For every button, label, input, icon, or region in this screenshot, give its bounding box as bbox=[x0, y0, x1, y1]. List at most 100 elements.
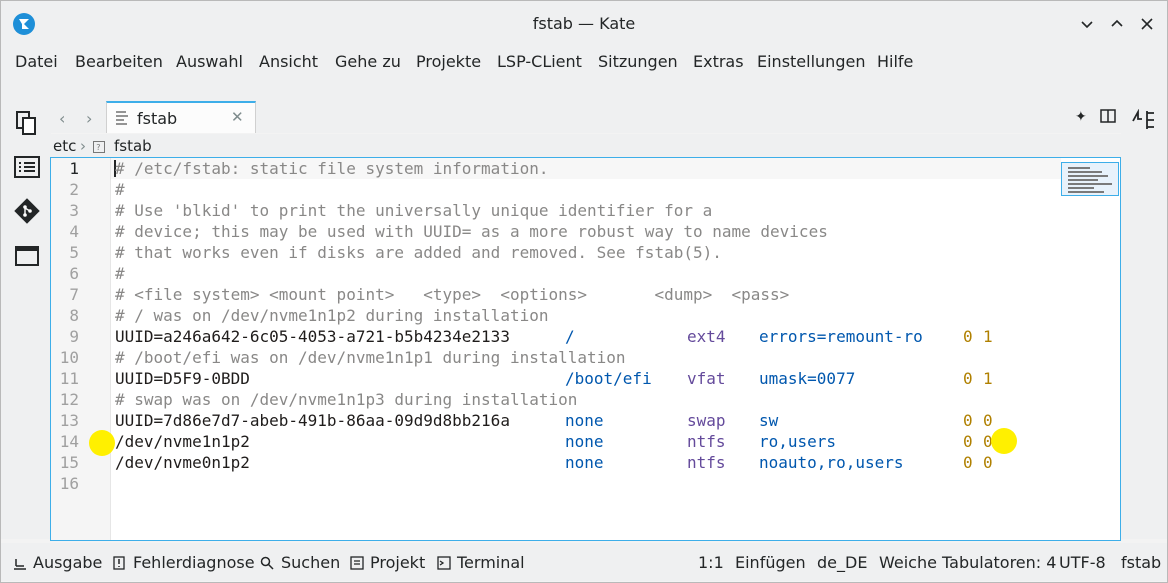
fstab-mount-point: /boot/efi bbox=[565, 369, 652, 388]
minimap[interactable] bbox=[1061, 162, 1119, 196]
menu-hilfe[interactable]: Hilfe bbox=[877, 52, 913, 71]
fstab-options: noauto,ro,users bbox=[759, 453, 904, 472]
fstab-dump: 0 bbox=[963, 369, 973, 388]
menu-auswahl[interactable]: Auswahl bbox=[176, 52, 243, 71]
line-number: 6 bbox=[69, 264, 79, 283]
fstab-device: UUID=a246a642-6c05-4053-a721-b5b4234e213… bbox=[115, 327, 510, 346]
text-document-icon bbox=[115, 110, 129, 130]
tab-fstab[interactable]: fstab ✕ bbox=[106, 101, 256, 133]
terminal-icon bbox=[437, 555, 451, 570]
menubar: Datei Bearbeiten Auswahl Ansicht Gehe zu… bbox=[1, 45, 1167, 79]
indentation-setting[interactable]: Weiche Tabulatoren: 4 bbox=[879, 553, 1056, 572]
input-mode[interactable]: Einfügen bbox=[735, 553, 806, 572]
line-number: 9 bbox=[69, 327, 79, 346]
fstab-pass: 0 bbox=[983, 411, 993, 430]
fstab-type: ntfs bbox=[687, 432, 726, 451]
fstab-type: ntfs bbox=[687, 453, 726, 472]
fstab-device: UUID=D5F9-0BDD bbox=[115, 369, 250, 388]
diagnostics-icon bbox=[113, 555, 127, 570]
git-icon[interactable] bbox=[13, 197, 41, 225]
symbol-list-icon[interactable] bbox=[13, 153, 41, 181]
code-line-comment: # device; this may be used with UUID= as… bbox=[115, 222, 828, 241]
breadcrumb-separator-icon: › bbox=[80, 137, 86, 155]
cursor-position[interactable]: 1:1 bbox=[698, 553, 724, 572]
fstab-options: errors=remount-ro bbox=[759, 327, 923, 346]
line-number: 14 bbox=[59, 432, 79, 451]
line-number: 2 bbox=[69, 180, 79, 199]
line-number: 13 bbox=[59, 411, 79, 430]
right-sidebar bbox=[1121, 101, 1167, 539]
left-sidebar bbox=[1, 101, 51, 539]
menu-sitzungen[interactable]: Sitzungen bbox=[598, 52, 678, 71]
code-line-comment: # / was on /dev/nvme1n1p2 during install… bbox=[115, 306, 549, 325]
fstab-options: ro,users bbox=[759, 432, 837, 451]
code-line-comment: # Use 'blkid' to print the universally u… bbox=[115, 201, 713, 220]
split-view-icon[interactable] bbox=[1100, 109, 1116, 127]
output-tab[interactable]: Ausgabe bbox=[33, 553, 102, 572]
search-tab[interactable]: Suchen bbox=[281, 553, 340, 572]
line-number: 4 bbox=[69, 222, 79, 241]
window-title: fstab — Kate bbox=[532, 14, 636, 33]
breadcrumb-folder[interactable]: etc bbox=[53, 137, 76, 155]
menu-datei[interactable]: Datei bbox=[15, 52, 58, 71]
line-number: 15 bbox=[59, 453, 79, 472]
line-number: 11 bbox=[59, 369, 79, 388]
menu-ansicht[interactable]: Ansicht bbox=[259, 52, 318, 71]
output-icon bbox=[13, 555, 27, 570]
close-window-button[interactable] bbox=[1136, 13, 1158, 35]
tab-close-icon[interactable]: ✕ bbox=[231, 108, 244, 126]
fstab-dump: 0 bbox=[963, 411, 973, 430]
pin-icon[interactable]: ✦ bbox=[1075, 109, 1087, 125]
tab-bar: ‹ › fstab ✕ bbox=[51, 101, 1123, 133]
filesystem-browser-icon[interactable] bbox=[13, 241, 41, 269]
tab-label: fstab bbox=[137, 109, 178, 128]
status-bar: Ausgabe Fehlerdiagnose Suchen Projekt Te… bbox=[1, 543, 1167, 581]
menu-extras[interactable]: Extras bbox=[693, 52, 744, 71]
breadcrumb: etc › ? fstab bbox=[51, 134, 1123, 158]
fstab-dump: 0 bbox=[963, 453, 973, 472]
line-number: 16 bbox=[59, 474, 79, 493]
fstab-device: /dev/nvme0n1p2 bbox=[115, 453, 250, 472]
spellcheck-language[interactable]: de_DE bbox=[817, 553, 867, 572]
menu-einstellungen[interactable]: Einstellungen bbox=[757, 52, 865, 71]
fstab-device: /dev/nvme1n1p2 bbox=[115, 432, 250, 451]
fstab-mount-point: none bbox=[565, 411, 604, 430]
menu-lsp-client[interactable]: LSP-CLient bbox=[497, 52, 582, 71]
highlight-marker bbox=[89, 430, 115, 456]
fstab-device: UUID=7d86e7d7-abeb-491b-86aa-09d9d8bb216… bbox=[115, 411, 510, 430]
fstab-dump: 0 bbox=[963, 432, 973, 451]
code-line-comment: # that works even if disks are added and… bbox=[115, 243, 722, 262]
menu-projekte[interactable]: Projekte bbox=[416, 52, 481, 71]
project-icon bbox=[350, 555, 364, 570]
code-editor[interactable]: 1 2 3 4 5 6 7 8 9 10 11 12 13 14 15 16 #… bbox=[50, 157, 1121, 541]
fstab-pass: 0 bbox=[983, 453, 993, 472]
fstab-type: vfat bbox=[687, 369, 726, 388]
menu-bearbeiten[interactable]: Bearbeiten bbox=[75, 52, 163, 71]
project-tab[interactable]: Projekt bbox=[370, 553, 425, 572]
fstab-type: swap bbox=[687, 411, 726, 430]
terminal-tab[interactable]: Terminal bbox=[457, 553, 525, 572]
highlight-marker bbox=[991, 428, 1017, 454]
line-number: 3 bbox=[69, 201, 79, 220]
line-number: 5 bbox=[69, 243, 79, 262]
nav-back-icon[interactable]: ‹ bbox=[59, 109, 65, 128]
breadcrumb-file[interactable]: fstab bbox=[114, 137, 152, 155]
fstab-mount-point: none bbox=[565, 453, 604, 472]
code-line-comment: # bbox=[115, 264, 125, 283]
maximize-button[interactable] bbox=[1106, 13, 1128, 35]
line-number: 8 bbox=[69, 306, 79, 325]
menu-gehe-zu[interactable]: Gehe zu bbox=[335, 52, 401, 71]
file-type[interactable]: fstab bbox=[1121, 553, 1161, 572]
encoding[interactable]: UTF-8 bbox=[1059, 553, 1106, 572]
fstab-type: ext4 bbox=[687, 327, 726, 346]
code-line-comment: # <file system> <mount point> <type> <op… bbox=[115, 285, 790, 304]
documents-icon[interactable] bbox=[13, 109, 41, 137]
toggle-panel-icon[interactable] bbox=[1131, 108, 1157, 135]
minimize-button[interactable] bbox=[1076, 13, 1098, 35]
nav-forward-icon[interactable]: › bbox=[86, 109, 92, 128]
fstab-mount-point: / bbox=[565, 327, 575, 346]
kate-window: fstab — Kate Datei Bearbeiten Auswahl An… bbox=[0, 0, 1168, 583]
toolbar-spacer bbox=[1, 79, 1167, 101]
code-line-comment: # swap was on /dev/nvme1n1p3 during inst… bbox=[115, 390, 578, 409]
diagnostics-tab[interactable]: Fehlerdiagnose bbox=[133, 553, 255, 572]
